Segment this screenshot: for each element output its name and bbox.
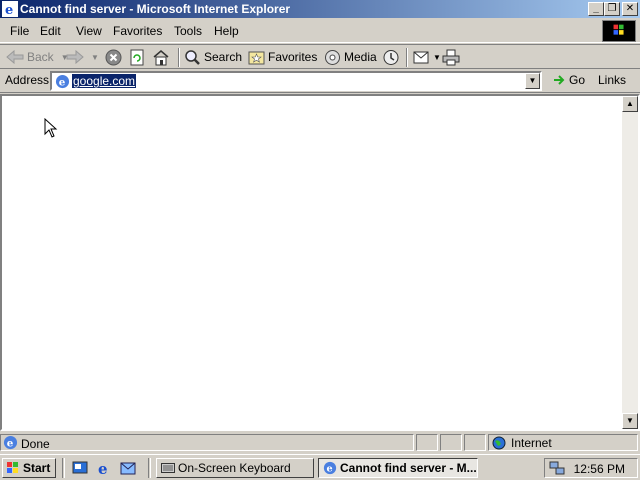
media-label: Media: [344, 50, 377, 64]
back-button[interactable]: Back ▼: [6, 48, 69, 66]
status-bar: e Done Internet: [0, 433, 640, 452]
ie-icon: e: [55, 74, 70, 88]
go-button[interactable]: Go: [552, 73, 585, 87]
menu-bar: File Edit View Favorites Tools Help: [0, 19, 640, 43]
mail-button[interactable]: ▼: [412, 48, 441, 66]
search-icon: [185, 49, 200, 65]
close-button[interactable]: ✕: [622, 2, 638, 16]
back-arrow-icon: [6, 50, 24, 64]
svg-text:e: e: [5, 3, 13, 17]
stop-icon: [105, 49, 122, 65]
ie-icon: e: [323, 461, 337, 475]
search-label: Search: [204, 50, 243, 64]
title-bar[interactable]: e Cannot find server - Microsoft Interne…: [0, 0, 640, 18]
clock[interactable]: 12:56 PM: [574, 462, 625, 476]
system-tray: 12:56 PM: [544, 458, 638, 478]
start-button[interactable]: Start: [2, 458, 56, 478]
keyboard-icon: [161, 463, 175, 473]
svg-text:e: e: [7, 437, 14, 449]
ie-icon: e: [2, 1, 18, 17]
scroll-down-button[interactable]: ▼: [622, 413, 638, 429]
menu-help[interactable]: Help: [214, 24, 239, 38]
zone-label: Internet: [511, 436, 552, 450]
internet-globe-icon: [492, 436, 506, 450]
favorites-icon: [248, 51, 265, 64]
address-bar: Address e google.com ▼ Go Links: [0, 70, 640, 93]
media-icon: [325, 49, 340, 65]
mail-icon: [413, 51, 429, 63]
favorites-label: Favorites: [268, 50, 318, 64]
back-label: Back: [27, 50, 54, 64]
scroll-up-button[interactable]: ▲: [622, 96, 638, 112]
address-value[interactable]: google.com: [72, 74, 137, 88]
history-button[interactable]: [382, 48, 400, 66]
media-button[interactable]: Media: [324, 48, 377, 66]
windows-flag-icon: [7, 462, 18, 473]
address-label: Address: [5, 73, 50, 87]
window-title: Cannot find server - Microsoft Internet …: [20, 2, 291, 16]
forward-button[interactable]: ▼: [66, 48, 99, 66]
svg-text:e: e: [98, 460, 108, 476]
go-icon: [554, 75, 565, 85]
minimize-button[interactable]: _: [588, 2, 604, 16]
menu-file[interactable]: File: [10, 24, 29, 38]
task-label: On-Screen Keyboard: [178, 461, 291, 475]
svg-text:e: e: [59, 76, 66, 88]
address-dropdown-button[interactable]: ▼: [525, 73, 540, 89]
favorites-button[interactable]: Favorites: [248, 48, 317, 66]
status-main: e Done: [0, 434, 414, 451]
refresh-button[interactable]: [129, 48, 145, 66]
status-text: Done: [21, 437, 50, 451]
home-button[interactable]: [152, 48, 170, 66]
vertical-scrollbar[interactable]: ▲ ▼: [622, 96, 638, 429]
print-icon: [442, 49, 460, 65]
forward-arrow-icon: [66, 50, 84, 64]
mouse-cursor-icon: [44, 118, 58, 138]
zone-panel: Internet: [488, 434, 638, 451]
network-icon[interactable]: [549, 460, 565, 476]
refresh-icon: [130, 49, 144, 65]
start-label: Start: [23, 461, 51, 475]
status-ie-icon: e: [3, 435, 18, 449]
maximize-button[interactable]: ❐: [604, 2, 620, 16]
windows-flag-icon: [602, 20, 636, 42]
page-content[interactable]: ▲ ▼: [0, 94, 640, 431]
print-button[interactable]: [442, 48, 460, 66]
menu-edit[interactable]: Edit: [40, 24, 61, 38]
address-input[interactable]: e google.com ▼: [50, 71, 542, 91]
go-label: Go: [569, 73, 586, 87]
links-button[interactable]: Links: [598, 73, 626, 87]
menu-tools[interactable]: Tools: [174, 24, 202, 38]
outlook-quicklaunch-icon[interactable]: [120, 460, 136, 476]
menu-favorites[interactable]: Favorites: [113, 24, 162, 38]
task-label: Cannot find server - M...: [340, 461, 477, 475]
standard-toolbar: Back ▼ ▼ Search Favorites Media ▼: [0, 44, 640, 69]
menu-view[interactable]: View: [76, 24, 102, 38]
home-icon: [153, 49, 169, 65]
stop-button[interactable]: [105, 48, 122, 66]
taskbar: Start e On-Screen Keyboard e Cannot find…: [0, 454, 640, 480]
show-desktop-icon[interactable]: [72, 460, 88, 476]
task-internet-explorer[interactable]: e Cannot find server - M...: [318, 458, 478, 478]
svg-text:e: e: [327, 464, 333, 475]
task-on-screen-keyboard[interactable]: On-Screen Keyboard: [156, 458, 314, 478]
search-button[interactable]: Search: [184, 48, 242, 66]
history-icon: [383, 49, 399, 65]
ie-quicklaunch-icon[interactable]: e: [96, 460, 112, 476]
